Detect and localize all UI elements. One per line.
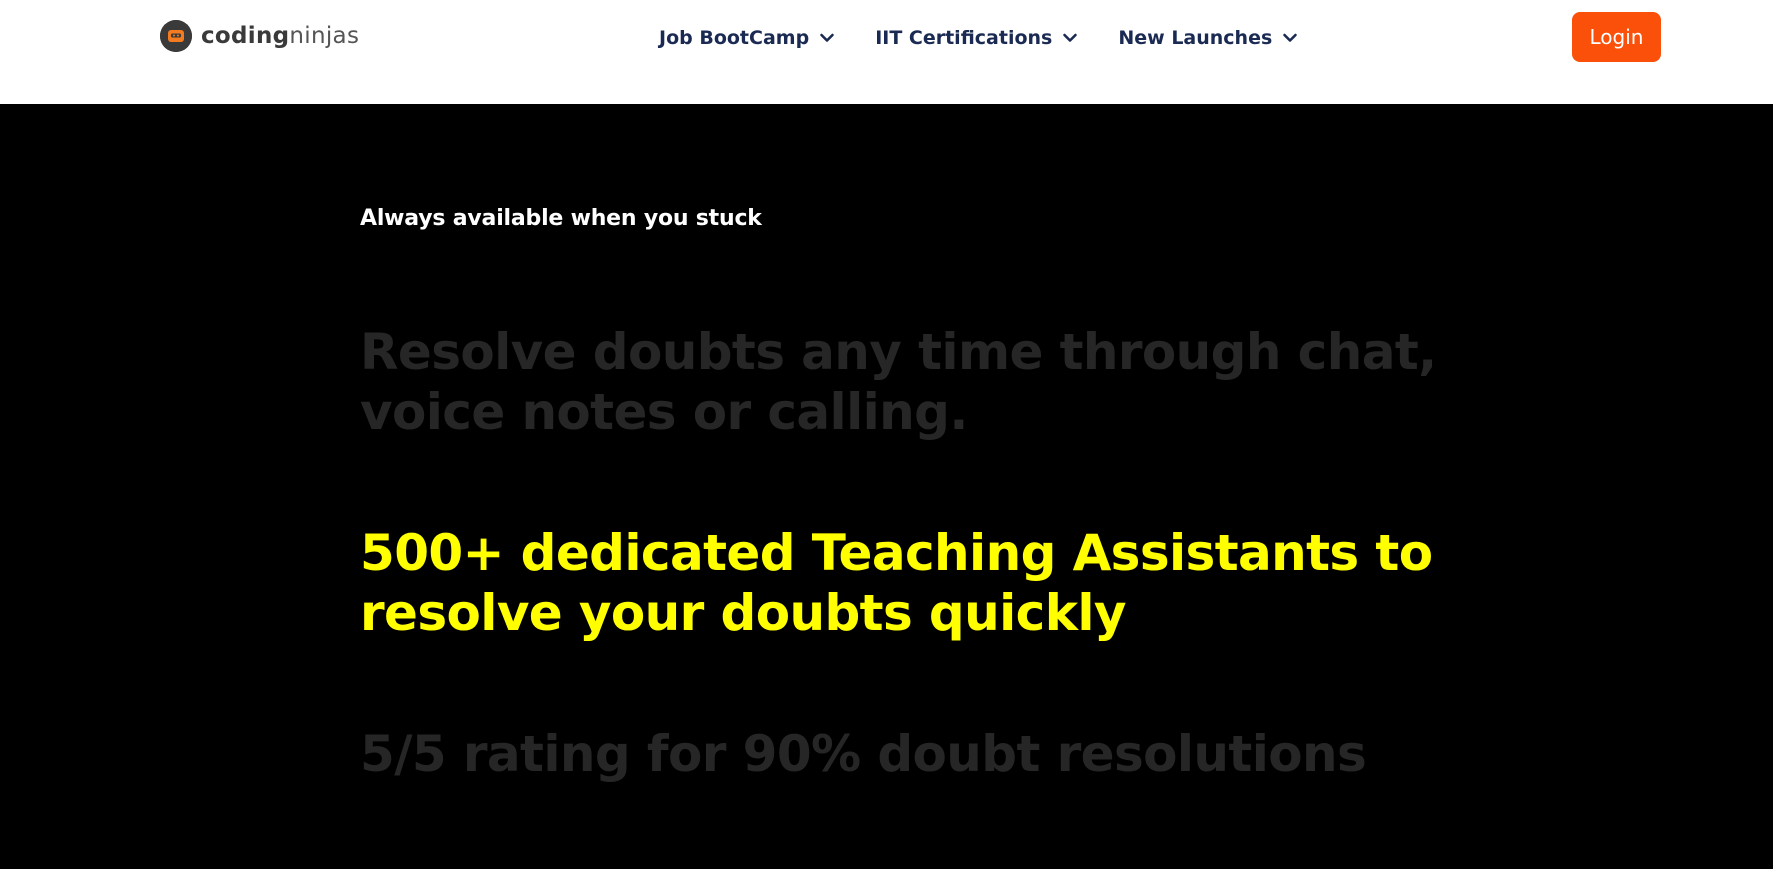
nav-item-label: New Launches <box>1118 27 1273 49</box>
logo-text-light: ninjas <box>289 23 360 49</box>
feature-line-chat-support: Resolve doubts any time through chat, vo… <box>360 323 1437 441</box>
nav-item-label: IIT Certifications <box>875 27 1053 49</box>
nav-item-new-launches[interactable]: New Launches <box>1118 27 1298 49</box>
login-button[interactable]: Login <box>1572 12 1661 62</box>
nav-item-iit-certifications[interactable]: IIT Certifications <box>875 27 1078 49</box>
nav-item-label: Job BootCamp <box>659 27 810 49</box>
logo-text: codingninjas <box>201 23 359 49</box>
logo[interactable]: codingninjas <box>160 20 359 52</box>
logo-text-bold: coding <box>201 23 290 49</box>
top-navbar: codingninjas Job BootCamp IIT Certificat… <box>0 0 1773 104</box>
main-nav: Job BootCamp IIT Certifications New Laun… <box>659 22 1298 54</box>
feature-line-teaching-assistants: 500+ dedicated Teaching Assistants to re… <box>360 524 1433 642</box>
chevron-down-icon <box>1062 30 1078 46</box>
chevron-down-icon <box>1282 30 1298 46</box>
feature-line-rating: 5/5 rating for 90% doubt resolutions <box>360 725 1367 783</box>
section-kicker: Always available when you stuck <box>360 206 762 231</box>
nav-item-job-bootcamp[interactable]: Job BootCamp <box>659 27 835 49</box>
ninja-logo-icon <box>160 20 192 52</box>
chevron-down-icon <box>819 30 835 46</box>
